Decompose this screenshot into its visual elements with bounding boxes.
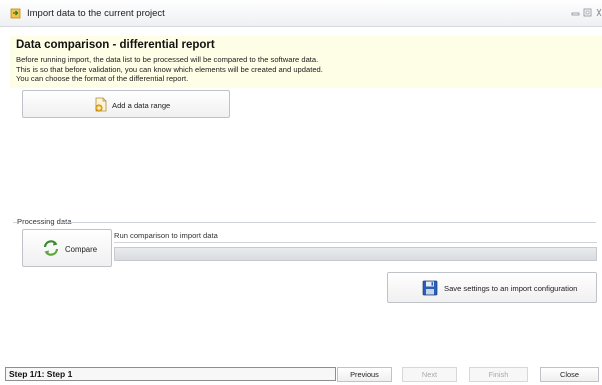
next-button[interactable]: Next xyxy=(402,367,457,382)
compare-button[interactable]: Compare xyxy=(22,229,112,267)
comparison-progress-bar xyxy=(114,247,597,261)
title-bar: Import data to the current project xyxy=(0,0,602,27)
close-icon[interactable] xyxy=(595,8,602,17)
import-arrow-icon xyxy=(10,8,21,19)
finish-button[interactable]: Finish xyxy=(469,367,528,382)
save-settings-label: Save settings to an import configuration xyxy=(444,284,578,293)
minimize-icon[interactable] xyxy=(571,8,580,17)
refresh-arrows-icon xyxy=(43,240,59,256)
floppy-disk-icon xyxy=(422,280,438,296)
window-title: Import data to the current project xyxy=(27,8,165,19)
group-border xyxy=(60,222,596,223)
save-settings-button[interactable]: Save settings to an import configuration xyxy=(387,272,597,303)
step-indicator: Step 1/1: Step 1 xyxy=(5,367,336,381)
previous-button[interactable]: Previous xyxy=(337,367,392,382)
wizard-content: Data comparison - differential report Be… xyxy=(10,36,602,369)
description-line: This is so that before validation, you c… xyxy=(16,64,323,74)
add-document-icon xyxy=(95,97,107,112)
close-button[interactable]: Close xyxy=(540,367,599,382)
header-band: Data comparison - differential report Be… xyxy=(10,36,602,88)
add-data-range-button[interactable]: Add a data range xyxy=(22,90,230,118)
description-line: You can choose the format of the differe… xyxy=(16,74,189,83)
wizard-footer: Step 1/1: Step 1 Previous Next Finish Cl… xyxy=(0,362,602,385)
maximize-icon[interactable] xyxy=(583,8,592,17)
divider xyxy=(114,242,597,243)
page-title: Data comparison - differential report xyxy=(16,39,215,51)
add-data-range-label: Add a data range xyxy=(112,101,171,110)
compare-label: Compare xyxy=(65,245,98,254)
comparison-status-text: Run comparison to import data xyxy=(114,231,218,240)
description-line: Before running import, the data list to … xyxy=(16,55,319,64)
page-description: Before running import, the data list to … xyxy=(16,55,596,84)
